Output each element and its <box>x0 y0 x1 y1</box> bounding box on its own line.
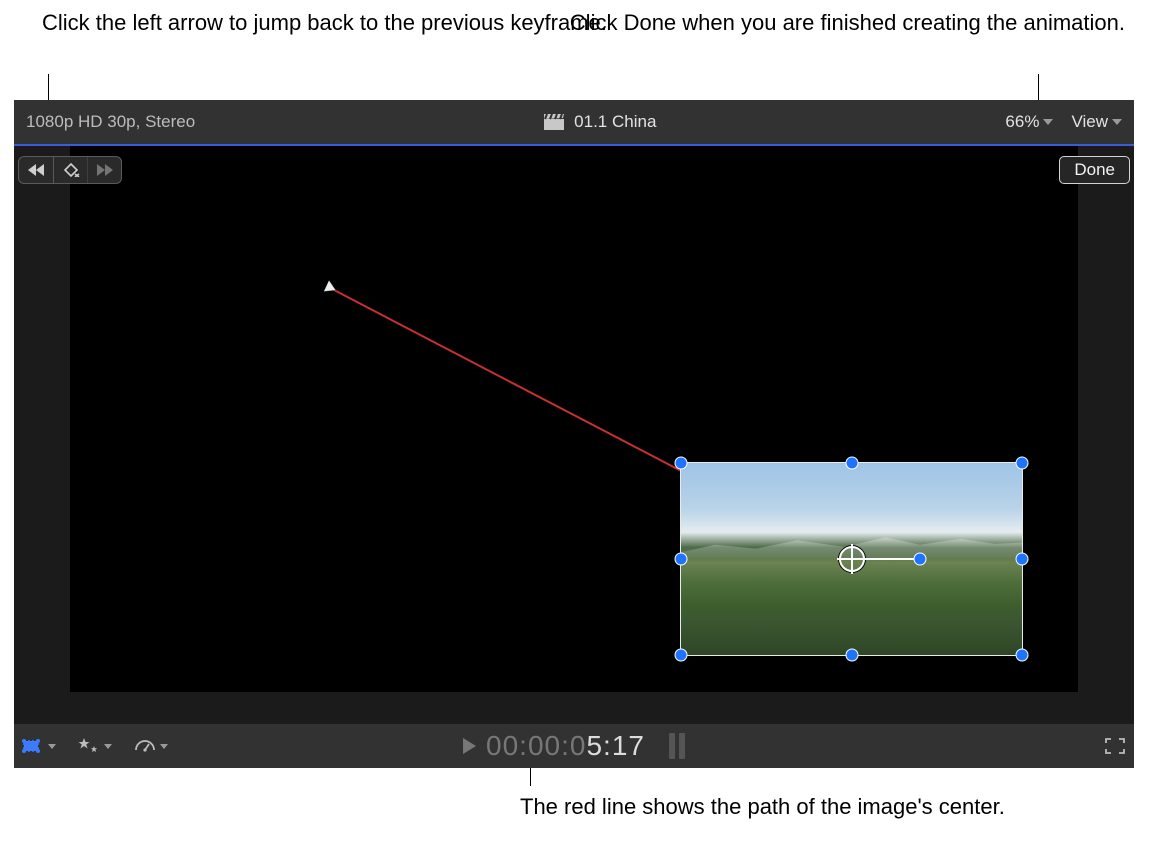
rotation-handle-line[interactable] <box>858 558 920 560</box>
next-keyframe-button[interactable] <box>87 157 121 183</box>
clip-title: 01.1 China <box>574 112 656 132</box>
resize-handle-ml[interactable] <box>675 553 688 566</box>
rotation-handle[interactable] <box>913 553 926 566</box>
fullscreen-button[interactable] <box>1104 737 1126 755</box>
callout-done: Click Done when you are finished creatin… <box>570 8 1125 38</box>
resize-handle-bm[interactable] <box>845 649 858 662</box>
resize-handle-mr[interactable] <box>1016 553 1029 566</box>
viewer-toolbar: 00:00:05:17 <box>14 724 1134 768</box>
timecode-dim: 00:00:0 <box>486 730 586 762</box>
chevron-down-icon <box>48 744 56 749</box>
play-icon <box>463 738 476 754</box>
resize-handle-br[interactable] <box>1016 649 1029 662</box>
timecode-active: 5:17 <box>586 730 645 762</box>
transform-bounding-box[interactable] <box>680 462 1023 656</box>
enhancements-dropdown[interactable] <box>78 736 112 756</box>
view-label: View <box>1071 112 1108 132</box>
done-button[interactable]: Done <box>1059 156 1130 184</box>
transform-tool-dropdown[interactable] <box>22 737 56 755</box>
keyframe-nav-group <box>18 156 122 184</box>
timecode-display[interactable]: 00:00:05:17 <box>463 730 685 762</box>
format-info-label: 1080p HD 30p, Stereo <box>26 112 195 132</box>
zoom-dropdown[interactable]: 66% <box>1005 112 1053 132</box>
viewer-window: 1080p HD 30p, Stereo 01.1 China 66% <box>14 100 1134 768</box>
chevron-down-icon <box>1043 119 1053 125</box>
resize-handle-tl[interactable] <box>675 457 688 470</box>
viewer-canvas[interactable]: Done <box>14 146 1134 724</box>
chevron-down-icon <box>160 744 168 749</box>
prev-keyframe-button[interactable] <box>19 157 53 183</box>
clapper-icon <box>544 114 564 130</box>
resize-handle-bl[interactable] <box>675 649 688 662</box>
retime-dropdown[interactable] <box>134 736 168 756</box>
view-dropdown[interactable]: View <box>1071 112 1122 132</box>
chevron-down-icon <box>1112 119 1122 125</box>
viewer-header: 1080p HD 30p, Stereo 01.1 China 66% <box>14 100 1134 144</box>
audio-skimmer-icon <box>669 733 685 759</box>
callout-left-arrow: Click the left arrow to jump back to the… <box>42 8 607 38</box>
resize-handle-tm[interactable] <box>845 457 858 470</box>
zoom-value: 66% <box>1005 112 1039 132</box>
chevron-down-icon <box>104 744 112 749</box>
callout-red-line: The red line shows the path of the image… <box>520 792 1005 822</box>
clip-title-area[interactable]: 01.1 China <box>195 112 1005 132</box>
add-delete-keyframe-button[interactable] <box>53 157 87 183</box>
resize-handle-tr[interactable] <box>1016 457 1029 470</box>
